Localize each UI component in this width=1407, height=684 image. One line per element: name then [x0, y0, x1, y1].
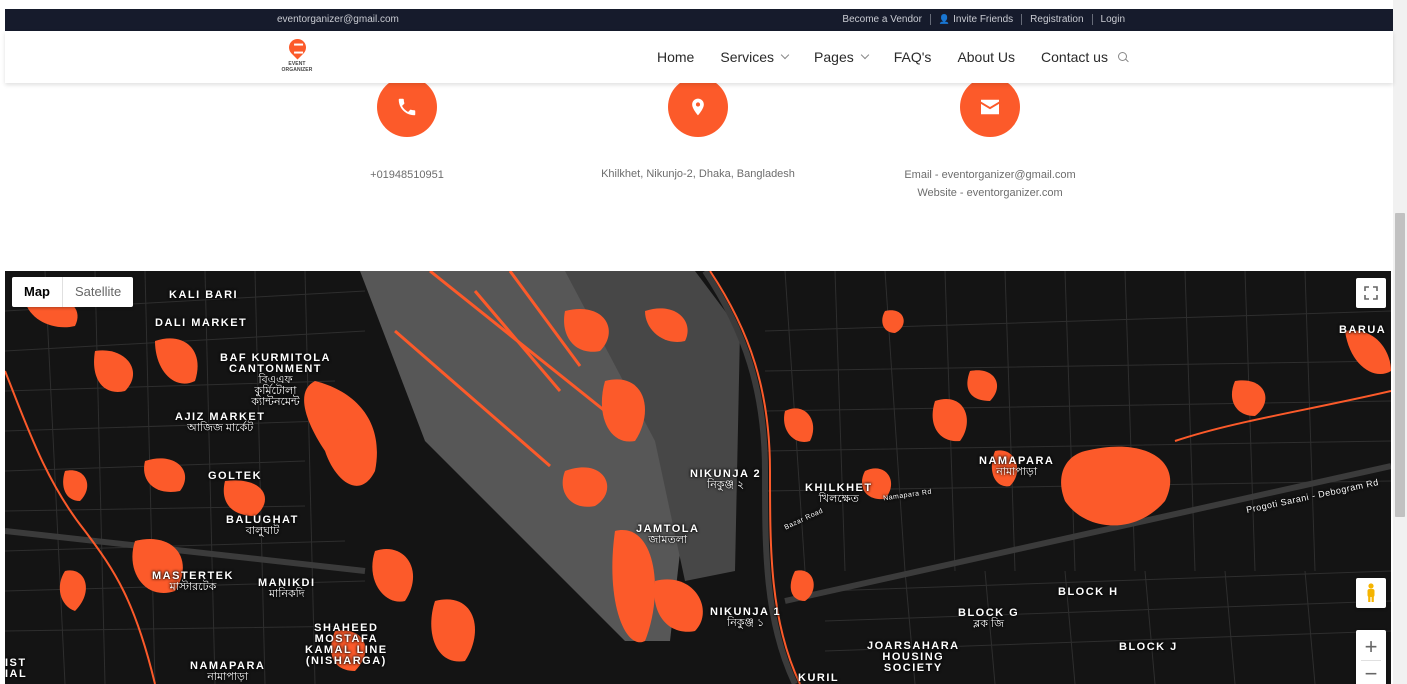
map-label-mastertek: MASTERTEK মাস্টারটেক	[152, 571, 234, 593]
label-line: SOCIETY	[883, 662, 943, 674]
map-label-barua: BARUA	[1339, 324, 1387, 336]
map-label-jamtola: JAMTOLA জামতলা	[636, 524, 699, 546]
map-label-ajiz-market: AJIZ MARKET আজিজ মার্কেট	[175, 412, 265, 434]
label-line: আজিজ মার্কেট	[187, 422, 254, 434]
nav-item-about-us[interactable]: About Us	[957, 49, 1015, 65]
website-text[interactable]: Website - eventorganizer.com	[870, 184, 1110, 202]
map-type-map-button[interactable]: Map	[12, 277, 62, 307]
phone-icon-circle	[377, 77, 437, 137]
map-label-balughat: BALUGHAT বালুঘাট	[226, 515, 299, 537]
label-line: খিলক্ষেত	[818, 493, 859, 505]
topbar-links: Become a Vendor 👤 Invite Friends Registr…	[842, 14, 1125, 25]
map-label-khilkhet: KHILKHET খিলক্ষেত	[805, 483, 873, 505]
main-nav: Home Services Pages FAQ's About Us Conta…	[657, 49, 1129, 65]
map-type-satellite-button[interactable]: Satellite	[62, 277, 133, 307]
label-line: বালুঘাট	[245, 525, 280, 537]
street-view-pegman-button[interactable]	[1356, 578, 1386, 608]
map-label-nikunja-1: NIKUNJA 1 নিকুঞ্জ ১	[710, 607, 781, 629]
map-pin-icon	[692, 98, 704, 116]
login-link[interactable]: Login	[1101, 14, 1125, 25]
label-line: নামাপাড়া	[996, 466, 1038, 478]
chevron-down-icon	[860, 50, 869, 60]
zoom-in-button[interactable]: +	[1365, 634, 1378, 660]
label-line: ব্লক জি	[973, 618, 1004, 630]
zoom-out-button[interactable]: −	[1365, 661, 1378, 684]
address-text: Khilkhet, Nikunjo-2, Dhaka, Bangladesh	[601, 168, 795, 180]
nav-item-pages[interactable]: Pages	[814, 49, 869, 65]
map-label-joarsahara: JOARSAHARA HOUSING SOCIETY	[867, 641, 960, 674]
divider	[1091, 14, 1093, 25]
registration-link[interactable]: Registration	[1030, 14, 1083, 25]
map-label-shaheed: SHAHEED MOSTAFA KAMAL LINE (NISHARGA)	[305, 623, 388, 667]
nav-label: Home	[657, 49, 695, 65]
email-text[interactable]: Email - eventorganizer@gmail.com	[870, 166, 1110, 184]
envelope-icon-circle	[960, 77, 1020, 137]
nav-item-faqs[interactable]: FAQ's	[894, 49, 932, 65]
nav-label: Services	[720, 49, 775, 65]
map-label-namapara-east: NAMAPARA নামাপাড়া	[979, 456, 1054, 478]
zoom-control: + −	[1356, 630, 1386, 684]
label-line: ক্যান্টনমেন্ট	[251, 396, 300, 408]
map-label-block-j: BLOCK J	[1119, 641, 1178, 653]
label-line: মাস্টারটেক	[169, 581, 217, 593]
nav-label: Contact us	[1041, 49, 1108, 65]
pegman-icon	[1367, 583, 1375, 602]
label-line: জামতলা	[648, 534, 688, 546]
map-label-namapara-west: NAMAPARA নামাপাড়া	[190, 661, 265, 683]
logo-mark-icon	[285, 35, 310, 60]
map-label-manikdi: MANIKDI মানিকদি	[258, 578, 316, 600]
map-label-kali-bari: KALI BARI	[169, 289, 239, 301]
site-logo[interactable]: EVENT ORGANIZER	[273, 35, 321, 73]
person-icon: 👤	[938, 14, 951, 24]
map-label-goltek: GOLTEK	[208, 470, 263, 482]
map-label-ial: IAL	[5, 668, 28, 680]
nav-label: FAQ's	[893, 49, 932, 65]
top-bar: eventorganizer@gmail.com Become a Vendor…	[5, 9, 1393, 31]
scrollbar-thumb[interactable]	[1395, 213, 1405, 517]
contact-info-section: +01948510951 Khilkhet, Nikunjo-2, Dhaka,…	[5, 77, 1393, 271]
label-line: নামাপাড়া	[207, 671, 249, 683]
topbar-email[interactable]: eventorganizer@gmail.com	[277, 14, 399, 25]
map-type-control: Map Satellite	[12, 277, 134, 307]
nav-label: About Us	[957, 49, 1016, 65]
map-pin-icon-circle	[668, 77, 728, 137]
search-icon[interactable]	[1117, 51, 1129, 63]
map-label-kuril: KURIL	[798, 672, 840, 684]
map-label-block-g: BLOCK G ব্লক জি	[958, 608, 1019, 630]
divider	[929, 14, 931, 25]
map-label-nikunja-2: NIKUNJA 2 নিকুঞ্জ ২	[690, 469, 761, 491]
logo-text: EVENT ORGANIZER	[281, 61, 313, 73]
become-vendor-link[interactable]: Become a Vendor	[842, 14, 922, 25]
invite-friends-link[interactable]: Invite Friends	[953, 14, 1013, 25]
map-label-baf: BAF KURMITOLA CANTONMENT বিএএফ কুর্মিটোল…	[220, 353, 331, 408]
nav-item-contact-us[interactable]: Contact us	[1041, 49, 1108, 65]
chevron-down-icon	[780, 50, 790, 60]
nav-item-services[interactable]: Services	[720, 49, 790, 65]
map-label-dali-market: DALI MARKET	[155, 317, 248, 329]
google-map[interactable]: KALI BARI DALI MARKET BAF KURMITOLA CANT…	[5, 271, 1391, 684]
site-header: EVENT ORGANIZER Home Services Pages FAQ'…	[5, 31, 1393, 83]
divider	[1021, 14, 1023, 25]
label-line: (NISHARGA)	[305, 655, 387, 667]
phone-icon	[398, 98, 416, 116]
page-scrollbar[interactable]	[1393, 0, 1407, 684]
nav-item-home[interactable]: Home	[657, 49, 694, 65]
map-label-block-h: BLOCK H	[1058, 586, 1119, 598]
phone-number[interactable]: +01948510951	[347, 166, 467, 184]
label-line: মানিকদি	[268, 588, 305, 600]
envelope-icon	[981, 99, 999, 115]
fullscreen-icon	[1364, 286, 1378, 300]
nav-label: Pages	[814, 49, 854, 65]
label-line: নিকুঞ্জ ২	[707, 479, 745, 491]
fullscreen-button[interactable]	[1356, 278, 1386, 308]
label-line: নিকুঞ্জ ১	[727, 617, 765, 629]
